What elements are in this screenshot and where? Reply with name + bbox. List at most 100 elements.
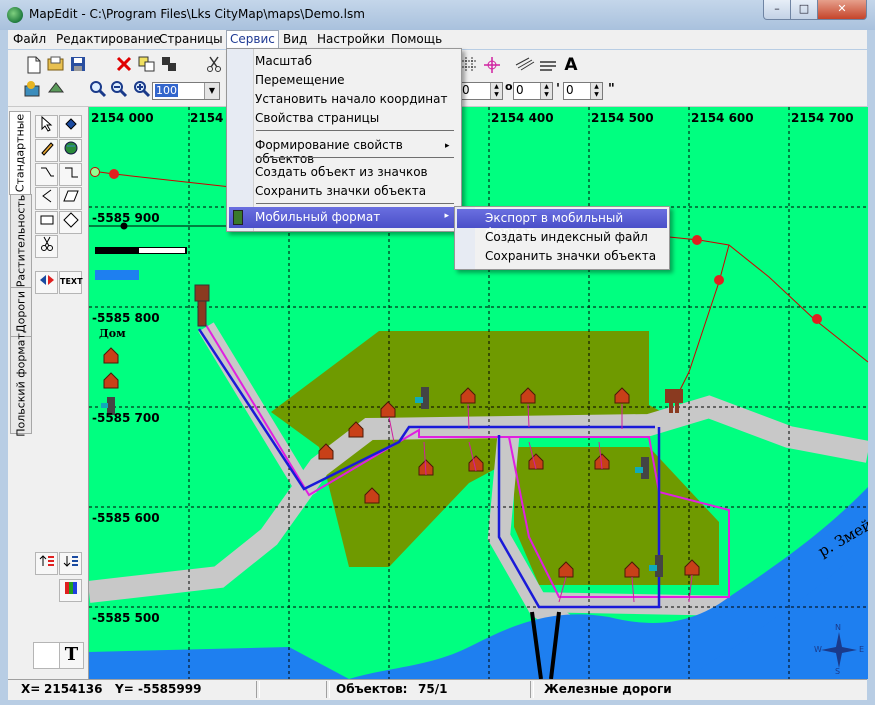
submenu-arrow-icon: ▸ bbox=[444, 211, 449, 221]
menu-item-page-properties[interactable]: Свойства страницы bbox=[255, 111, 379, 125]
menu-item-save-icons[interactable]: Сохранить значки объекта bbox=[255, 184, 426, 198]
title-bar[interactable]: MapEdit - C:\Program Files\Lks CityMap\m… bbox=[0, 0, 875, 30]
status-y-value: -5585999 bbox=[138, 682, 202, 696]
zoom-out-icon[interactable] bbox=[109, 80, 129, 100]
cut-icon[interactable] bbox=[204, 56, 224, 76]
app-globe-icon bbox=[7, 7, 23, 23]
save-icon[interactable] bbox=[68, 56, 88, 76]
menu-item-mobile-format[interactable]: Мобильный формат ▸ bbox=[229, 207, 457, 228]
font-tool-button[interactable]: T bbox=[59, 642, 84, 669]
degrees-spin[interactable]: 0 ▲ ▼ bbox=[513, 82, 553, 100]
spin-arrows-icon[interactable]: ▲ ▼ bbox=[540, 83, 552, 99]
phone-icon bbox=[233, 210, 243, 225]
tab-roads[interactable]: Дороги bbox=[10, 287, 32, 337]
submenu-item-create-index[interactable]: Создать индексный файл bbox=[485, 230, 648, 244]
degrees-spin-value: 0 bbox=[516, 83, 524, 97]
new-file-icon[interactable] bbox=[24, 56, 44, 76]
minutes-spin-value: 0 bbox=[566, 83, 574, 97]
y-label-3: -5585 600 bbox=[92, 511, 160, 525]
menu-pages[interactable]: Страницы bbox=[159, 32, 223, 46]
send-backward-icon[interactable] bbox=[59, 552, 82, 575]
menu-settings[interactable]: Настройки bbox=[317, 32, 385, 46]
status-separator bbox=[256, 681, 260, 698]
step-line-tool-icon[interactable] bbox=[59, 163, 82, 186]
open-file-icon[interactable] bbox=[46, 56, 66, 76]
bring-forward-icon[interactable] bbox=[35, 552, 58, 575]
x-label-3: 2154 500 bbox=[591, 111, 654, 125]
tab-vegetation[interactable]: Растительность bbox=[10, 194, 32, 288]
menu-view[interactable]: Вид bbox=[283, 32, 307, 46]
rectangle-tool-icon[interactable] bbox=[35, 211, 58, 234]
menu-edit[interactable]: Редактирование bbox=[56, 32, 161, 46]
color-palette-icon[interactable] bbox=[59, 579, 82, 602]
map-canvas[interactable]: 2154 000 2154 2154 400 2154 500 2154 600… bbox=[89, 107, 868, 679]
menu-bar: Файл Редактирование Страницы Сервис Вид … bbox=[8, 30, 867, 49]
crosshair-icon[interactable] bbox=[482, 56, 502, 76]
rail-node bbox=[692, 235, 702, 245]
tab-standard[interactable]: Стандартные bbox=[9, 111, 31, 195]
minutes-spin[interactable]: 0 ▲ ▼ bbox=[563, 82, 603, 100]
submenu-item-save-icons[interactable]: Сохранить значки объекта bbox=[485, 249, 656, 263]
menu-item-mobile-format-label: Мобильный формат bbox=[255, 210, 381, 224]
menu-help[interactable]: Помощь bbox=[391, 32, 442, 46]
main-window: MapEdit - C:\Program Files\Lks CityMap\m… bbox=[0, 0, 875, 705]
degree-mark: o bbox=[505, 80, 513, 93]
zoom-in-icon[interactable] bbox=[132, 80, 152, 100]
menu-item-scale[interactable]: Масштаб bbox=[255, 54, 312, 68]
menu-item-create-from-icons[interactable]: Создать объект из значков bbox=[255, 165, 428, 179]
menu-item-move[interactable]: Перемещение bbox=[255, 73, 345, 87]
polyline-tool-icon[interactable] bbox=[35, 163, 58, 186]
spin-arrows-icon[interactable]: ▲ ▼ bbox=[490, 83, 502, 99]
flip-tool-icon[interactable] bbox=[35, 271, 58, 294]
text-tool-button[interactable]: TEXT bbox=[59, 271, 83, 294]
menu-item-object-properties[interactable]: Формирование свойств объектов bbox=[255, 138, 461, 166]
rotation-spin[interactable]: 0 ▲ ▼ bbox=[459, 82, 503, 100]
zoom-combo[interactable]: 100 ▼ bbox=[152, 82, 220, 100]
spin-arrows-icon[interactable]: ▲ ▼ bbox=[590, 83, 602, 99]
maximize-button[interactable]: □ bbox=[790, 0, 818, 20]
scissors-tool-icon[interactable] bbox=[35, 235, 58, 258]
copy-icon[interactable] bbox=[137, 56, 157, 76]
menu-item-set-origin[interactable]: Установить начало координат bbox=[255, 92, 448, 106]
left-tab-strip: Стандартные Растительность Дороги Польск… bbox=[8, 107, 32, 679]
y-label-0: -5585 900 bbox=[92, 211, 160, 225]
parallelogram-tool-icon[interactable] bbox=[59, 187, 82, 210]
y-label-1: -5585 800 bbox=[92, 311, 160, 325]
main-road bbox=[89, 395, 868, 603]
paste-icon[interactable] bbox=[159, 56, 179, 76]
hatch-fill-icon[interactable] bbox=[538, 56, 558, 76]
minute-mark: ' bbox=[556, 82, 560, 97]
status-x-value: 2154136 bbox=[44, 682, 103, 696]
globe-tool-icon[interactable] bbox=[59, 139, 82, 162]
layers-tool-icon[interactable] bbox=[22, 80, 42, 100]
x-label-4: 2154 600 bbox=[691, 111, 754, 125]
text-icon[interactable]: A bbox=[561, 55, 581, 75]
status-layer: Железные дороги bbox=[544, 682, 672, 696]
chevron-down-icon[interactable]: ▼ bbox=[204, 83, 219, 99]
color-swatch[interactable] bbox=[33, 642, 60, 669]
menu-service[interactable]: Сервис bbox=[226, 30, 279, 49]
diamond-tool-icon[interactable] bbox=[59, 211, 82, 234]
rail-node bbox=[714, 275, 724, 285]
tab-polish-format[interactable]: Польский формат bbox=[10, 333, 32, 437]
rail-node bbox=[90, 167, 100, 177]
menu-file[interactable]: Файл bbox=[13, 32, 46, 46]
status-x-label: X= bbox=[21, 682, 41, 696]
zoom-tool-icon[interactable] bbox=[88, 80, 108, 100]
pointer-tool-icon[interactable] bbox=[35, 115, 58, 138]
x-label-5: 2154 700 bbox=[791, 111, 854, 125]
minimize-button[interactable]: – bbox=[763, 0, 791, 20]
water-tower-icon bbox=[194, 284, 210, 327]
hatch-icon[interactable] bbox=[515, 56, 535, 76]
grid-icon[interactable] bbox=[459, 56, 479, 76]
delete-icon[interactable] bbox=[114, 56, 134, 76]
fill-tool-icon[interactable] bbox=[59, 115, 82, 138]
rail-node bbox=[109, 169, 119, 179]
y-label-4: -5585 500 bbox=[92, 611, 160, 625]
refresh-tool-icon[interactable] bbox=[46, 80, 66, 100]
pencil-tool-icon[interactable] bbox=[35, 139, 58, 162]
house-legend-label: Дом bbox=[99, 327, 126, 340]
angle-tool-icon[interactable] bbox=[35, 187, 58, 210]
mobile-submenu: Экспорт в мобильный формат Создать индек… bbox=[454, 206, 670, 270]
close-button[interactable]: ✕ bbox=[817, 0, 867, 20]
